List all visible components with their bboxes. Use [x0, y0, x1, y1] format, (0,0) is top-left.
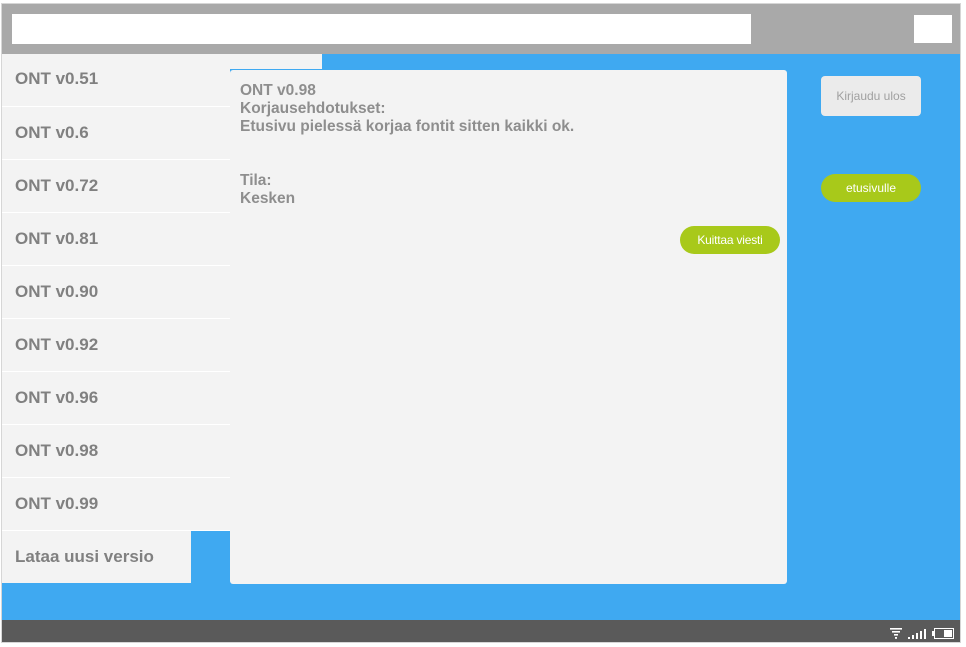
wifi-icon: [890, 626, 902, 642]
sidebar-item-label: ONT v0.99: [15, 494, 99, 513]
sidebar-item-label: ONT v0.90: [15, 282, 99, 301]
sidebar-item-ont-v0-99[interactable]: ONT v0.99: [2, 478, 230, 531]
home-button[interactable]: etusivulle: [821, 174, 921, 202]
sidebar-item-ont-v0-96[interactable]: ONT v0.96: [2, 372, 230, 425]
sidebar-item-label: ONT v0.81: [15, 229, 99, 248]
sidebar-item-label: ONT v0.96: [15, 388, 99, 407]
sidebar-item-ont-v0-81[interactable]: ONT v0.81: [2, 213, 230, 266]
logout-button[interactable]: Kirjaudu ulos: [821, 76, 921, 116]
status-icons: [890, 626, 954, 642]
message-panel: ONT v0.98 Korjausehdotukset: Etusivu pie…: [230, 70, 787, 584]
battery-icon: [932, 626, 954, 642]
status-value: Kesken: [240, 190, 296, 207]
sidebar-item-ont-v0-98[interactable]: ONT v0.98: [2, 425, 230, 478]
top-bar: [2, 4, 960, 54]
sidebar-item-label: ONT v0.92: [15, 335, 99, 354]
sidebar-item-label: ONT v0.51: [15, 69, 99, 88]
status-bar: [2, 620, 960, 642]
upload-new-version-button[interactable]: Lataa uusi versio: [2, 531, 191, 583]
menu-button[interactable]: [914, 15, 952, 43]
upload-label: Lataa uusi versio: [15, 547, 154, 566]
acknowledge-message-button[interactable]: Kuittaa viesti: [680, 226, 780, 254]
status-heading: Tila:: [240, 172, 272, 189]
sidebar-item-ont-v0-6[interactable]: ONT v0.6: [2, 107, 230, 160]
version-sidebar: ONT v0.51 ONT v0.6 ONT v0.72 ONT v0.81 O…: [2, 54, 230, 583]
sidebar-item-ont-v0-51[interactable]: ONT v0.51: [2, 54, 230, 107]
sidebar-item-label: ONT v0.98: [15, 441, 99, 460]
sidebar-item-label: ONT v0.72: [15, 176, 99, 195]
message-version: ONT v0.98: [240, 82, 316, 99]
signal-icon: [908, 626, 926, 642]
sidebar-item-label: ONT v0.6: [15, 123, 89, 142]
sidebar-item-ont-v0-72[interactable]: ONT v0.72: [2, 160, 230, 213]
suggestions-text: Etusivu pielessä korjaa fontit sitten ka…: [240, 118, 575, 135]
suggestions-heading: Korjausehdotukset:: [240, 100, 386, 117]
sidebar-item-ont-v0-90[interactable]: ONT v0.90: [2, 266, 230, 319]
address-input[interactable]: [12, 14, 751, 44]
panel-tab-strip: [230, 54, 322, 69]
sidebar-item-ont-v0-92[interactable]: ONT v0.92: [2, 319, 230, 372]
app-window: ONT v0.51 ONT v0.6 ONT v0.72 ONT v0.81 O…: [1, 3, 961, 643]
